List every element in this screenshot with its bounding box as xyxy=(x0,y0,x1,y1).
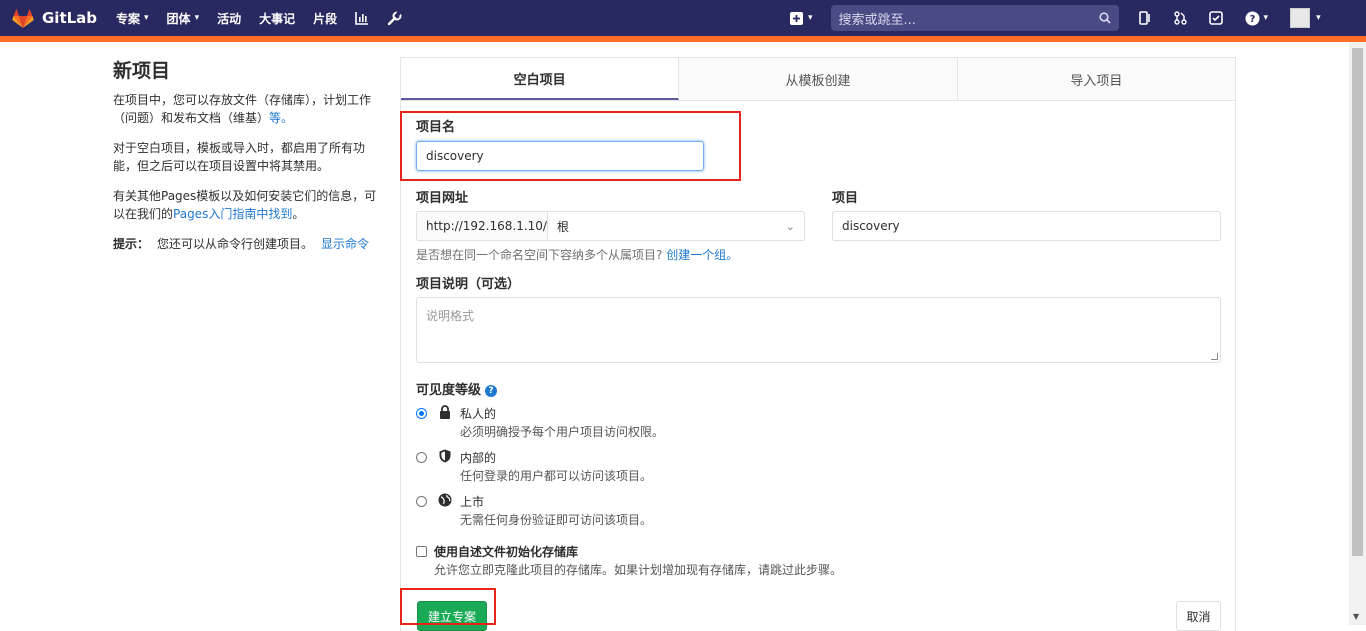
search-input[interactable]: 搜索或跳至... xyxy=(830,5,1119,31)
hint-row: 提示： 您还可以从命令行创建项目。 显示命令 xyxy=(113,235,378,252)
visibility-internal-desc: 任何登录的用户都可以访问该项目。 xyxy=(460,469,653,483)
tab-from-template[interactable]: 从模板创建 xyxy=(679,58,958,100)
plus-square-icon xyxy=(790,11,803,25)
visibility-label-text: 可见度等级 xyxy=(416,383,482,398)
svg-text:?: ? xyxy=(1249,14,1255,25)
tab-blank-project[interactable]: 空白项目 xyxy=(401,58,680,100)
chevron-down-icon: ▾ xyxy=(808,13,813,23)
create-project-button[interactable]: 建立专案 xyxy=(417,601,487,631)
chevron-down-icon: ▾ xyxy=(194,13,200,23)
visibility-private-desc: 必须明确授予每个用户项目访问权限。 xyxy=(460,425,665,439)
description-placeholder: 说明格式 xyxy=(426,309,475,323)
visibility-label: 可见度等级? xyxy=(416,379,498,398)
nav-snippets[interactable]: 片段 xyxy=(313,10,337,27)
readme-label: 使用自述文件初始化存储库 xyxy=(434,545,579,559)
readme-checkbox[interactable] xyxy=(416,546,427,557)
page-scrollbar[interactable]: ▼ xyxy=(1349,42,1366,625)
group-help-text: 是否想在同一个命名空间下容纳多个从属项目? xyxy=(416,248,663,262)
description-textarea[interactable]: 说明格式 xyxy=(416,297,1221,363)
info-text-3b: 。 xyxy=(292,207,305,221)
main-nav: 专案 ▾ 团体 ▾ 活动 大事记 片段 xyxy=(116,0,402,36)
description-label: 项目说明（可选） xyxy=(416,277,521,292)
top-navbar: GitLab 专案 ▾ 团体 ▾ 活动 大事记 片段 ▾ 搜索或跳至... ? … xyxy=(0,0,1366,36)
visibility-public-title: 上市 xyxy=(460,495,485,509)
chevron-down-icon: ⌄ xyxy=(785,219,795,233)
analytics-icon[interactable] xyxy=(355,11,369,25)
question-icon[interactable]: ? xyxy=(485,385,498,397)
radio-public[interactable] xyxy=(416,496,427,507)
help-icon: ? xyxy=(1245,11,1260,25)
chevron-down-icon: ▾ xyxy=(1263,13,1269,23)
project-slug-input[interactable]: discovery xyxy=(832,211,1221,241)
readme-desc: 允许您立即克隆此项目的存储库。如果计划增加现有存储库，请跳过此步骤。 xyxy=(434,563,843,577)
project-name-input[interactable]: discovery xyxy=(416,141,704,171)
url-prefix: http://192.168.1.10/ xyxy=(416,211,548,241)
scroll-down-arrow-icon[interactable]: ▼ xyxy=(1353,612,1359,621)
new-dropdown-button[interactable]: ▾ xyxy=(790,11,813,25)
search-placeholder: 搜索或跳至... xyxy=(838,12,916,28)
namespace-value: 根 xyxy=(557,219,570,234)
project-info: 新项目 在项目中，您可以存放文件（存储库），计划工作（问题）和发布文档（维基）等… xyxy=(113,56,378,252)
project-tabs: 空白项目 从模板创建 导入项目 xyxy=(400,57,1236,101)
nav-milestones[interactable]: 大事记 xyxy=(259,10,295,27)
nav-groups[interactable]: 团体 ▾ xyxy=(167,10,200,27)
wrench-icon[interactable] xyxy=(387,10,402,26)
merge-request-icon[interactable] xyxy=(1173,11,1187,25)
wiki-link[interactable]: 等。 xyxy=(269,111,293,125)
info-text-1: 在项目中，您可以存放文件（存储库），计划工作（问题）和发布文档（维基） xyxy=(113,93,372,125)
issues-icon[interactable] xyxy=(1138,11,1152,25)
namespace-select[interactable]: 根 ⌄ xyxy=(547,211,805,241)
project-name-label: 项目名 xyxy=(416,120,456,135)
nav-projects-label: 专案 xyxy=(116,11,141,26)
tab-import-project[interactable]: 导入项目 xyxy=(958,58,1235,100)
chevron-down-icon: ▾ xyxy=(144,13,149,23)
visibility-private-title: 私人的 xyxy=(460,407,497,421)
chevron-down-icon: ▾ xyxy=(1316,13,1321,23)
visibility-public-desc: 无需任何身份验证即可访问该项目。 xyxy=(460,513,653,527)
resize-handle-icon[interactable] xyxy=(1211,353,1218,360)
nav-activity[interactable]: 活动 xyxy=(217,10,241,27)
nav-projects[interactable]: 专案 ▾ xyxy=(116,10,149,27)
project-url-label: 项目网址 xyxy=(416,191,469,206)
create-group-link[interactable]: 创建一个组。 xyxy=(666,248,738,262)
radio-private[interactable] xyxy=(416,408,427,419)
page-title: 新项目 xyxy=(113,60,171,82)
info-paragraph-2: 对于空白项目，模板或导入时，都启用了所有功能，但之后可以在项目设置中将其禁用。 xyxy=(113,141,366,173)
info-paragraph-1: 在项目中，您可以存放文件（存储库），计划工作（问题）和发布文档（维基）等。 xyxy=(113,91,378,127)
pages-guide-link[interactable]: Pages入门指南中找到 xyxy=(173,207,292,221)
info-paragraph-3: 有关其他Pages模板以及如何安装它们的信息，可以在我们的Pages入门指南中找… xyxy=(113,187,378,223)
lock-icon xyxy=(440,405,450,419)
avatar xyxy=(1290,8,1311,28)
shield-icon xyxy=(439,449,451,463)
brand[interactable]: GitLab xyxy=(12,7,97,29)
show-command-link[interactable]: 显示命令 xyxy=(321,235,369,252)
nav-groups-label: 团体 xyxy=(166,11,191,26)
brand-name: GitLab xyxy=(42,9,98,27)
nav-accent-bar xyxy=(0,36,1366,42)
globe-icon xyxy=(438,493,452,507)
hint-text: 您还可以从命令行创建项目。 xyxy=(157,237,314,251)
search-icon xyxy=(1098,12,1111,24)
hint-label: 提示： xyxy=(113,237,150,251)
user-menu[interactable]: ▾ xyxy=(1290,8,1321,28)
gitlab-logo-icon xyxy=(12,8,34,29)
project-slug-label: 项目 xyxy=(832,191,859,206)
help-dropdown[interactable]: ? ▾ xyxy=(1245,11,1269,26)
todo-icon[interactable] xyxy=(1208,11,1223,25)
group-help: 是否想在同一个命名空间下容纳多个从属项目? 创建一个组。 xyxy=(416,246,738,263)
cancel-button[interactable]: 取消 xyxy=(1176,601,1221,631)
scrollbar-thumb[interactable] xyxy=(1352,48,1363,556)
radio-internal[interactable] xyxy=(416,452,427,463)
nav-right: ▾ 搜索或跳至... ? ▾ ▾ xyxy=(790,0,1321,36)
nav-right-icons: ? ▾ ▾ xyxy=(1138,8,1321,28)
visibility-internal-title: 内部的 xyxy=(460,451,497,465)
